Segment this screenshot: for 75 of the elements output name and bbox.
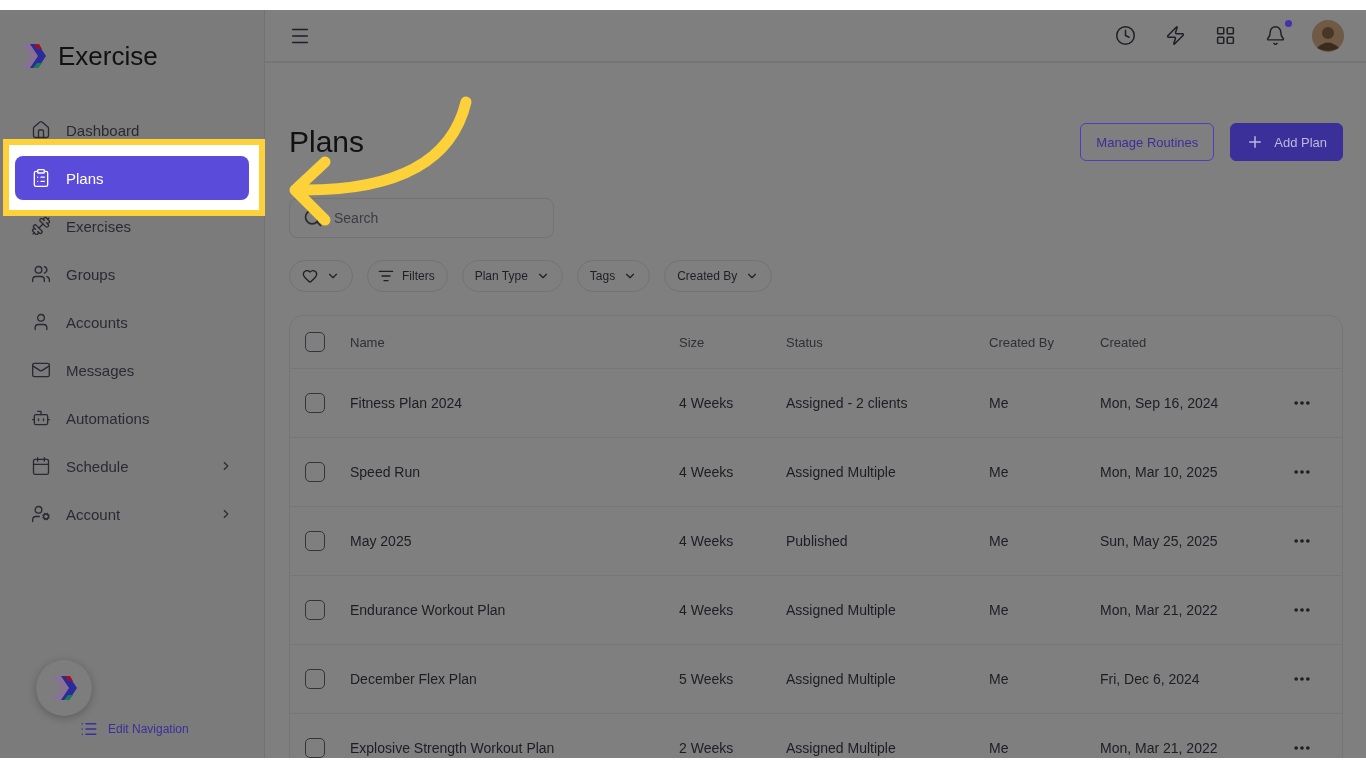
table-cell-text: Explosive Strength Workout Plan bbox=[350, 740, 556, 756]
table-cell-text: 4 Weeks bbox=[679, 602, 735, 618]
table-cell-text: Fitness Plan 2024 bbox=[350, 395, 464, 411]
clock-icon[interactable] bbox=[1115, 25, 1136, 46]
dumbbell-icon bbox=[31, 216, 51, 236]
column-header: Created bbox=[1100, 334, 1148, 350]
house-icon bbox=[31, 120, 51, 140]
column-header: Created By bbox=[989, 334, 1056, 350]
search-icon bbox=[303, 208, 323, 228]
search-field[interactable]: Search bbox=[289, 198, 554, 238]
column-header: Size bbox=[679, 334, 706, 350]
column-header: Status bbox=[786, 334, 824, 350]
bell-icon[interactable] bbox=[1265, 25, 1286, 46]
nav-item[interactable]: Groups bbox=[15, 264, 249, 284]
page-title: Plans bbox=[289, 125, 365, 159]
table-cell-text: 2 Weeks bbox=[679, 740, 735, 756]
table-cell-text: 4 Weeks bbox=[679, 395, 735, 411]
table-cell-text: Assigned Multiple bbox=[786, 602, 897, 618]
table-cell-text: 5 Weeks bbox=[679, 671, 735, 687]
row-checkbox[interactable] bbox=[305, 393, 325, 413]
table-cell-text: Mon, Mar 21, 2022 bbox=[1100, 740, 1219, 756]
add-plan-button[interactable]: Add Plan bbox=[1230, 123, 1343, 161]
list-icon bbox=[80, 720, 98, 738]
nav-item[interactable]: Account bbox=[15, 504, 249, 524]
robot-icon bbox=[31, 408, 51, 428]
table-cell-text: Endurance Workout Plan bbox=[350, 602, 507, 618]
table-cell-text: Assigned Multiple bbox=[786, 671, 897, 687]
table-cell-text: Mon, Mar 10, 2025 bbox=[1100, 464, 1219, 480]
table-cell-text: 4 Weeks bbox=[679, 464, 735, 480]
table-cell-text: Me bbox=[989, 533, 1010, 549]
table-cell-text: Speed Run bbox=[350, 464, 422, 480]
table-cell-text: Me bbox=[989, 671, 1010, 687]
people-icon bbox=[31, 264, 51, 284]
table-cell-text: Sun, May 25, 2025 bbox=[1100, 533, 1219, 549]
row-checkbox[interactable] bbox=[305, 531, 325, 551]
nav-item[interactable]: Automations bbox=[15, 408, 249, 428]
logo-button[interactable] bbox=[36, 660, 92, 716]
calendar-icon bbox=[31, 456, 51, 476]
lightning-icon[interactable] bbox=[1165, 25, 1186, 46]
brand-name: Exercise bbox=[58, 40, 158, 72]
table-cell-text: Mon, Mar 21, 2022 bbox=[1100, 602, 1219, 618]
table-cell-text: Assigned Multiple bbox=[786, 740, 897, 756]
table-cell-text: Me bbox=[989, 464, 1010, 480]
nav-item[interactable]: Plans bbox=[15, 156, 249, 200]
envelope-icon bbox=[31, 360, 51, 380]
nav-item[interactable]: Accounts bbox=[15, 312, 249, 332]
table-cell-text: 4 Weeks bbox=[679, 533, 735, 549]
table-cell-text: Me bbox=[989, 740, 1010, 756]
table-cell-text: Me bbox=[989, 602, 1010, 618]
filter-icon bbox=[378, 268, 394, 284]
table-cell-text: Me bbox=[989, 395, 1010, 411]
nav-item[interactable]: Messages bbox=[15, 360, 249, 380]
clipboard-icon bbox=[31, 168, 51, 188]
table-cell-text: December Flex Plan bbox=[350, 671, 478, 687]
row-checkbox[interactable] bbox=[305, 462, 325, 482]
nav-item[interactable]: Schedule bbox=[15, 456, 249, 476]
column-header: Name bbox=[350, 334, 386, 350]
row-checkbox[interactable] bbox=[305, 669, 325, 689]
table-cell-text: Mon, Sep 16, 2024 bbox=[1100, 395, 1220, 411]
row-checkbox[interactable] bbox=[305, 600, 325, 620]
avatar[interactable] bbox=[1312, 19, 1344, 52]
table-cell-text: May 2025 bbox=[350, 533, 413, 549]
edit-navigation-link[interactable]: Edit Navigation bbox=[80, 720, 264, 738]
table-cell-text: Fri, Dec 6, 2024 bbox=[1100, 671, 1201, 687]
select-all-checkbox[interactable] bbox=[305, 332, 325, 352]
person-gear-icon bbox=[31, 504, 51, 524]
manage-routines-button[interactable]: Manage Routines bbox=[1080, 123, 1215, 161]
nav-item[interactable]: Dashboard bbox=[15, 120, 249, 140]
grid-icon[interactable] bbox=[1215, 25, 1236, 46]
table-cell-text: Assigned Multiple bbox=[786, 464, 897, 480]
heart-icon bbox=[302, 268, 318, 284]
nav-item[interactable]: Exercises bbox=[15, 216, 249, 236]
table-cell-text: Published bbox=[786, 533, 849, 549]
table-cell-text: Assigned - 2 clients bbox=[786, 395, 909, 411]
row-checkbox[interactable] bbox=[305, 738, 325, 758]
